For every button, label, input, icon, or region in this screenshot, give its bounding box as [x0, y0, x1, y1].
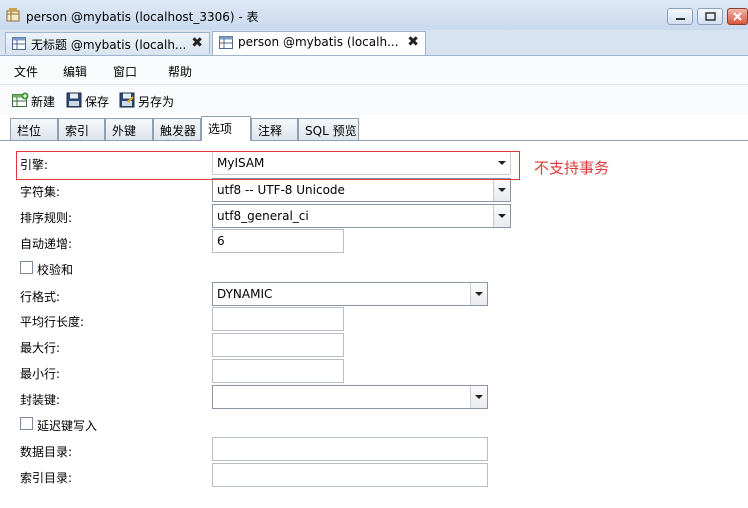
- maximize-button[interactable]: [697, 8, 723, 25]
- checksum-label: 校验和: [37, 263, 74, 277]
- tab-close-icon[interactable]: ✖: [407, 34, 419, 50]
- menu-help[interactable]: 帮助: [168, 63, 192, 80]
- toolbar: 新建 保存 另存为: [0, 84, 748, 115]
- min-rows-label: 最小行:: [20, 367, 61, 381]
- minimize-button[interactable]: [667, 8, 693, 25]
- tab-options[interactable]: 选项: [201, 116, 251, 141]
- chevron-down-icon: [475, 395, 483, 399]
- save-button[interactable]: 保存: [66, 92, 114, 110]
- table-icon: [12, 37, 26, 50]
- checksum-checkbox[interactable]: [20, 261, 33, 274]
- annotation-text: 不支持事务: [534, 159, 610, 177]
- pack-keys-select[interactable]: [212, 385, 488, 409]
- index-directory-label: 索引目录:: [20, 471, 73, 485]
- chevron-down-icon: [475, 292, 483, 296]
- avg-row-length-label: 平均行长度:: [20, 315, 85, 329]
- menu-bar: 文件 编辑 窗口 帮助: [0, 56, 748, 84]
- chevron-down-icon: [498, 188, 506, 192]
- max-rows-label: 最大行:: [20, 341, 61, 355]
- charset-value: utf8 -- UTF-8 Unicode: [217, 183, 345, 197]
- charset-dropdown-arrow[interactable]: [493, 179, 510, 201]
- auto-increment-value: 6: [217, 234, 225, 248]
- tab-close-icon[interactable]: ✖: [191, 35, 203, 51]
- index-directory-input[interactable]: [212, 463, 488, 487]
- table-design-icon: [6, 8, 20, 22]
- tab-indexes[interactable]: 索引: [58, 118, 105, 140]
- data-directory-label: 数据目录:: [20, 445, 73, 459]
- row-format-dropdown-arrow[interactable]: [470, 283, 487, 305]
- doc-tab-untitled[interactable]: 无标题 @mybatis (localh... ✖: [5, 32, 210, 54]
- doc-tab-label: 无标题 @mybatis (localh...: [31, 38, 187, 52]
- new-table-icon: [12, 92, 29, 107]
- table-icon: [219, 36, 233, 49]
- maximize-icon: [705, 12, 716, 21]
- tab-sql-preview[interactable]: SQL 预览: [298, 118, 359, 140]
- auto-increment-input[interactable]: 6: [212, 229, 344, 253]
- menu-file[interactable]: 文件: [14, 63, 38, 80]
- new-label: 新建: [31, 95, 56, 109]
- pack-keys-label: 封装键:: [20, 393, 61, 407]
- window-title-bar: person @mybatis (localhost_3306) - 表: [0, 0, 748, 31]
- chevron-down-icon: [498, 214, 506, 218]
- delay-key-write-checkbox[interactable]: [20, 417, 33, 430]
- collation-label: 排序规则:: [20, 211, 73, 225]
- menu-window[interactable]: 窗口: [113, 63, 137, 80]
- row-format-value: DYNAMIC: [217, 287, 273, 301]
- doc-tab-label: person @mybatis (localh...: [238, 35, 399, 49]
- engine-highlight-box: [16, 151, 520, 180]
- minimize-icon: [676, 18, 685, 20]
- close-window-button[interactable]: [727, 8, 748, 25]
- min-rows-input[interactable]: [212, 359, 344, 383]
- collation-value: utf8_general_ci: [217, 209, 309, 223]
- tab-fields[interactable]: 栏位: [10, 118, 58, 140]
- save-as-label: 另存为: [138, 95, 175, 109]
- collation-dropdown-arrow[interactable]: [493, 205, 510, 227]
- tab-comment[interactable]: 注释: [251, 118, 298, 140]
- row-format-select[interactable]: DYNAMIC: [212, 282, 488, 306]
- save-as-button[interactable]: 另存为: [119, 92, 179, 110]
- tab-triggers[interactable]: 触发器: [153, 118, 201, 140]
- charset-label: 字符集:: [20, 185, 61, 199]
- max-rows-input[interactable]: [212, 333, 344, 357]
- row-format-label: 行格式:: [20, 290, 61, 304]
- document-tab-bar: 无标题 @mybatis (localh... ✖ person @mybati…: [0, 30, 748, 56]
- auto-increment-label: 自动递增:: [20, 237, 73, 251]
- close-icon: [733, 12, 742, 21]
- new-button[interactable]: 新建: [12, 92, 60, 110]
- property-tab-bar: 栏位 索引 外键 触发器 选项 注释 SQL 预览: [0, 116, 748, 141]
- collation-select[interactable]: utf8_general_ci: [212, 204, 511, 228]
- save-icon: [66, 92, 82, 108]
- doc-tab-person[interactable]: person @mybatis (localh... ✖: [212, 31, 426, 55]
- avg-row-length-input[interactable]: [212, 307, 344, 331]
- save-label: 保存: [85, 95, 110, 109]
- charset-select[interactable]: utf8 -- UTF-8 Unicode: [212, 178, 511, 202]
- tab-foreign-keys[interactable]: 外键: [105, 118, 153, 140]
- save-as-icon: [119, 92, 135, 108]
- data-directory-input[interactable]: [212, 437, 488, 461]
- menu-edit[interactable]: 编辑: [63, 63, 87, 80]
- pack-keys-dropdown-arrow[interactable]: [470, 386, 487, 408]
- delay-key-write-label: 延迟键写入: [37, 419, 98, 433]
- window-title: person @mybatis (localhost_3306) - 表: [26, 10, 259, 24]
